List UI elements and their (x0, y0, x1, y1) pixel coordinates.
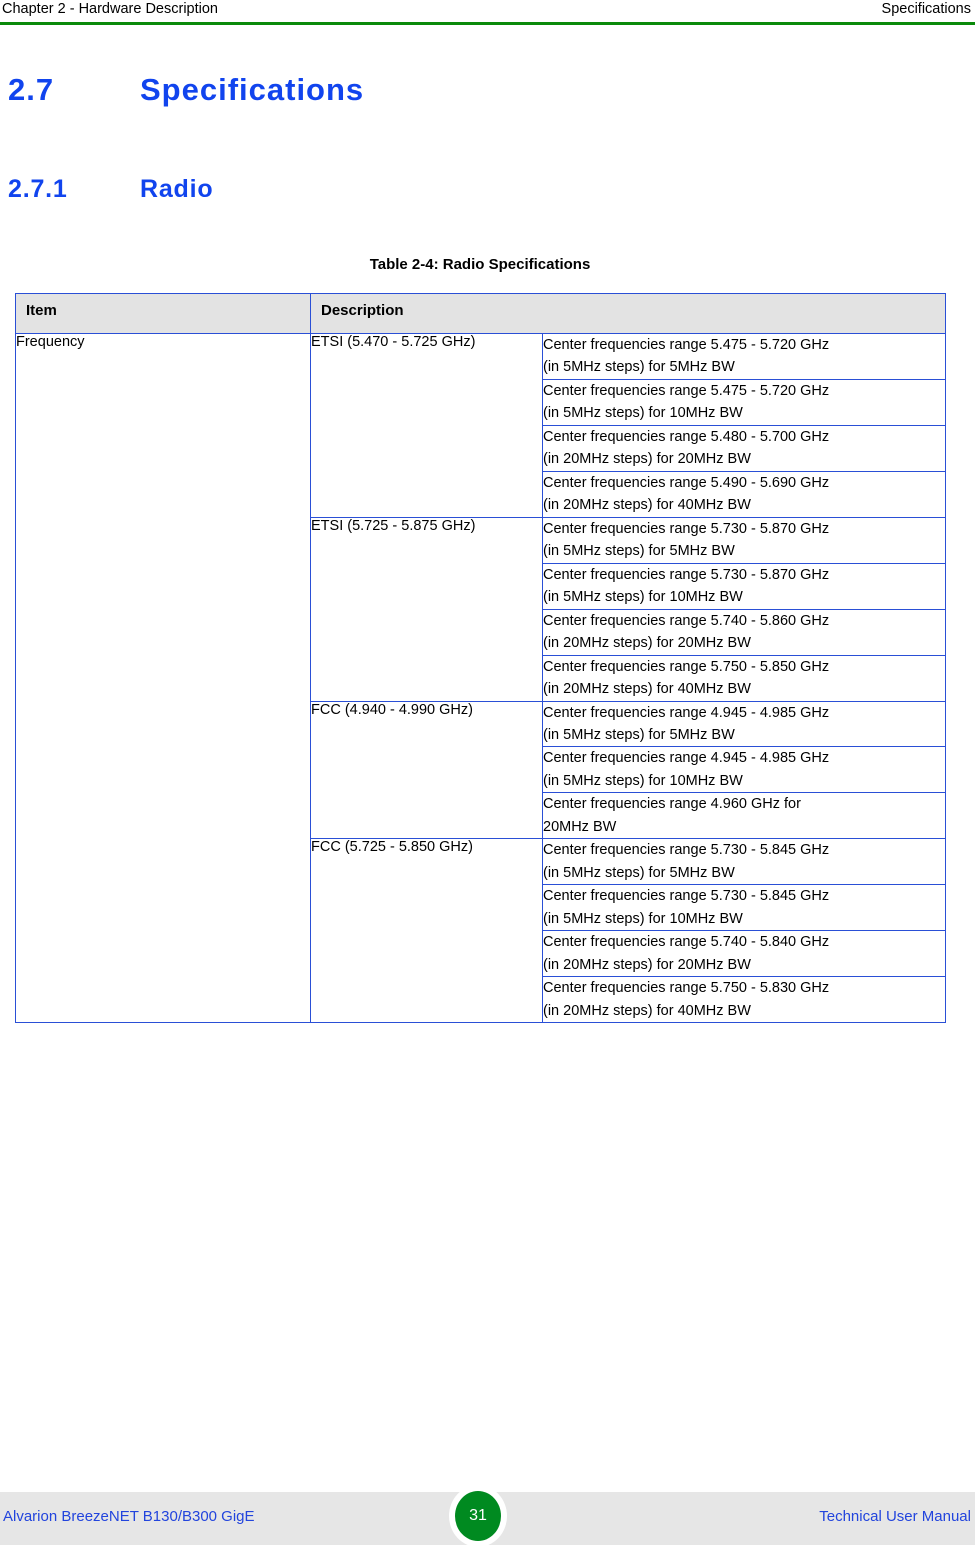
description-line-2: (in 20MHz steps) for 20MHz BW (543, 451, 751, 468)
description-line-1: Center frequencies range 5.740 - 5.840 G… (543, 934, 830, 951)
cell-item-frequency: Frequency (15, 332, 311, 1024)
section-heading-2-7: 2.7 Specifications (8, 72, 908, 108)
description-line-1: Center frequencies range 5.750 - 5.830 G… (543, 980, 830, 997)
description-line-2: (in 20MHz steps) for 20MHz BW (543, 635, 751, 652)
description-line-1: Center frequencies range 5.730 - 5.870 G… (543, 566, 830, 583)
description-line-2: (in 5MHz steps) for 5MHz BW (543, 726, 735, 743)
page-number-badge: 31 (455, 1491, 501, 1541)
description-line-2: (in 5MHz steps) for 5MHz BW (543, 359, 735, 376)
cell-frequency-description: Center frequencies range 5.740 - 5.860 G… (541, 608, 947, 656)
cell-frequency-description: Center frequencies range 5.730 - 5.845 G… (541, 838, 947, 886)
cell-frequency-description: Center frequencies range 4.945 - 4.985 G… (541, 746, 947, 794)
cell-frequency-description: Center frequencies range 5.740 - 5.840 G… (541, 930, 947, 978)
description-line-2: (in 20MHz steps) for 20MHz BW (543, 956, 751, 973)
description-line-1: Center frequencies range 5.740 - 5.860 G… (543, 612, 830, 629)
cell-regulatory-band: ETSI (5.725 - 5.875 GHz) (310, 516, 543, 702)
description-line-2: (in 5MHz steps) for 5MHz BW (543, 864, 735, 881)
header-section-label: Specifications (881, 1, 971, 17)
cell-frequency-description: Center frequencies range 5.730 - 5.870 G… (541, 562, 947, 610)
radio-specifications-table: Item Description Frequency ETSI (5.470 - … (15, 293, 947, 1024)
description-line-1: Center frequencies range 5.490 - 5.690 G… (543, 474, 830, 491)
description-line-2: (in 5MHz steps) for 10MHz BW (543, 405, 743, 422)
description-line-2: (in 5MHz steps) for 10MHz BW (543, 772, 743, 789)
description-line-2: (in 5MHz steps) for 5MHz BW (543, 543, 735, 560)
cell-regulatory-band: FCC (5.725 - 5.850 GHz) (310, 838, 543, 1024)
column-header-item: Item (15, 293, 311, 334)
description-line-1: Center frequencies range 5.730 - 5.845 G… (543, 888, 830, 905)
description-line-2: (in 5MHz steps) for 10MHz BW (543, 910, 743, 927)
description-line-2: (in 20MHz steps) for 40MHz BW (543, 681, 751, 698)
cell-frequency-description: Center frequencies range 4.960 GHz for 20… (541, 792, 947, 840)
table-caption: Table 2-4: Radio Specifications (369, 256, 591, 273)
description-line-1: Center frequencies range 4.945 - 4.985 G… (543, 750, 830, 767)
description-line-2: (in 5MHz steps) for 10MHz BW (543, 589, 743, 606)
section-heading-2-7-1: 2.7.1 Radio (8, 175, 908, 204)
description-line-1: Center frequencies range 5.475 - 5.720 G… (543, 337, 830, 353)
description-line-1: Center frequencies range 4.960 GHz for (543, 796, 801, 813)
description-line-1: Center frequencies range 5.730 - 5.870 G… (543, 520, 830, 537)
subsection-number: 2.7.1 (8, 175, 68, 203)
footer-product-name: Alvarion BreezeNET B130/B300 GigE (3, 1508, 255, 1525)
cell-frequency-description: Center frequencies range 5.490 - 5.690 G… (541, 470, 947, 518)
description-line-2: 20MHz BW (543, 818, 617, 835)
description-line-1: Center frequencies range 5.480 - 5.700 G… (543, 428, 830, 445)
table-row: Frequency ETSI (5.470 - 5.725 GHz) Center … (15, 332, 947, 1024)
cell-frequency-description: Center frequencies range 4.945 - 4.985 G… (541, 700, 947, 748)
cell-regulatory-band: FCC (4.940 - 4.990 GHz) (310, 700, 543, 840)
cell-frequency-description: Center frequencies range 5.730 - 5.870 G… (541, 516, 947, 564)
section-title: Specifications (140, 72, 365, 107)
cell-frequency-description: Center frequencies range 5.475 - 5.720 G… (541, 333, 947, 380)
description-line-2: (in 20MHz steps) for 40MHz BW (543, 1002, 751, 1019)
subsection-title: Radio (140, 175, 214, 203)
cell-frequency-description: Center frequencies range 5.480 - 5.700 G… (541, 424, 947, 472)
description-line-1: Center frequencies range 5.750 - 5.850 G… (543, 658, 830, 675)
column-header-description: Description (309, 293, 947, 334)
description-line-2: (in 20MHz steps) for 40MHz BW (543, 497, 751, 514)
footer-document-title: Technical User Manual (819, 1508, 971, 1525)
description-line-1: Center frequencies range 4.945 - 4.985 G… (543, 704, 830, 721)
description-line-1: Center frequencies range 5.730 - 5.845 G… (543, 842, 830, 859)
cell-regulatory-band: ETSI (5.470 - 5.725 GHz) (310, 333, 543, 518)
description-line-1: Center frequencies range 5.475 - 5.720 G… (543, 382, 830, 399)
cell-frequency-description: Center frequencies range 5.750 - 5.850 G… (541, 654, 947, 702)
header-chapter-label: Chapter 2 - Hardware Description (2, 1, 218, 17)
cell-frequency-description: Center frequencies range 5.730 - 5.845 G… (541, 884, 947, 932)
header-divider-rule (0, 22, 975, 25)
section-number: 2.7 (8, 72, 55, 107)
table-header-row: Item Description (15, 293, 947, 334)
cell-frequency-description: Center frequencies range 5.475 - 5.720 G… (541, 378, 947, 426)
cell-frequency-description: Center frequencies range 5.750 - 5.830 G… (541, 976, 947, 1024)
